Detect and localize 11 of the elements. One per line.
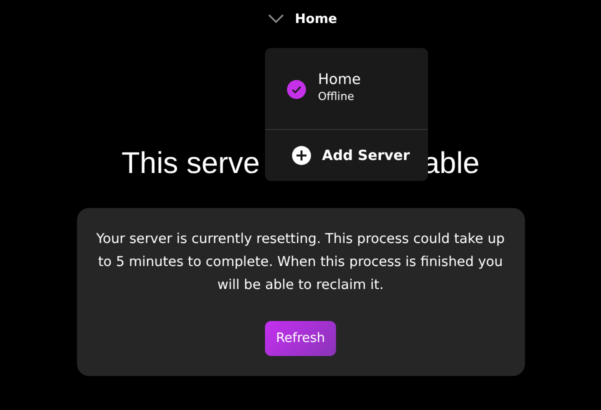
chevron-down-icon bbox=[268, 14, 284, 24]
server-name: Home bbox=[318, 72, 361, 88]
notice-text: Your server is currently resetting. This process could take up to 5 minutes to complete. When this process is finished you will be able to reclaim it. bbox=[95, 230, 506, 295]
server-status: Offline bbox=[318, 90, 356, 103]
check-circle-icon bbox=[287, 80, 306, 99]
plus-circle-icon bbox=[292, 146, 311, 165]
server-switcher[interactable]: Home bbox=[268, 12, 338, 26]
server-item[interactable]: Home Offline bbox=[265, 48, 428, 129]
add-server-button[interactable]: Add Server bbox=[265, 130, 428, 181]
refresh-button[interactable]: Refresh bbox=[265, 321, 336, 356]
page-heading: This serve bbox=[121, 147, 260, 181]
